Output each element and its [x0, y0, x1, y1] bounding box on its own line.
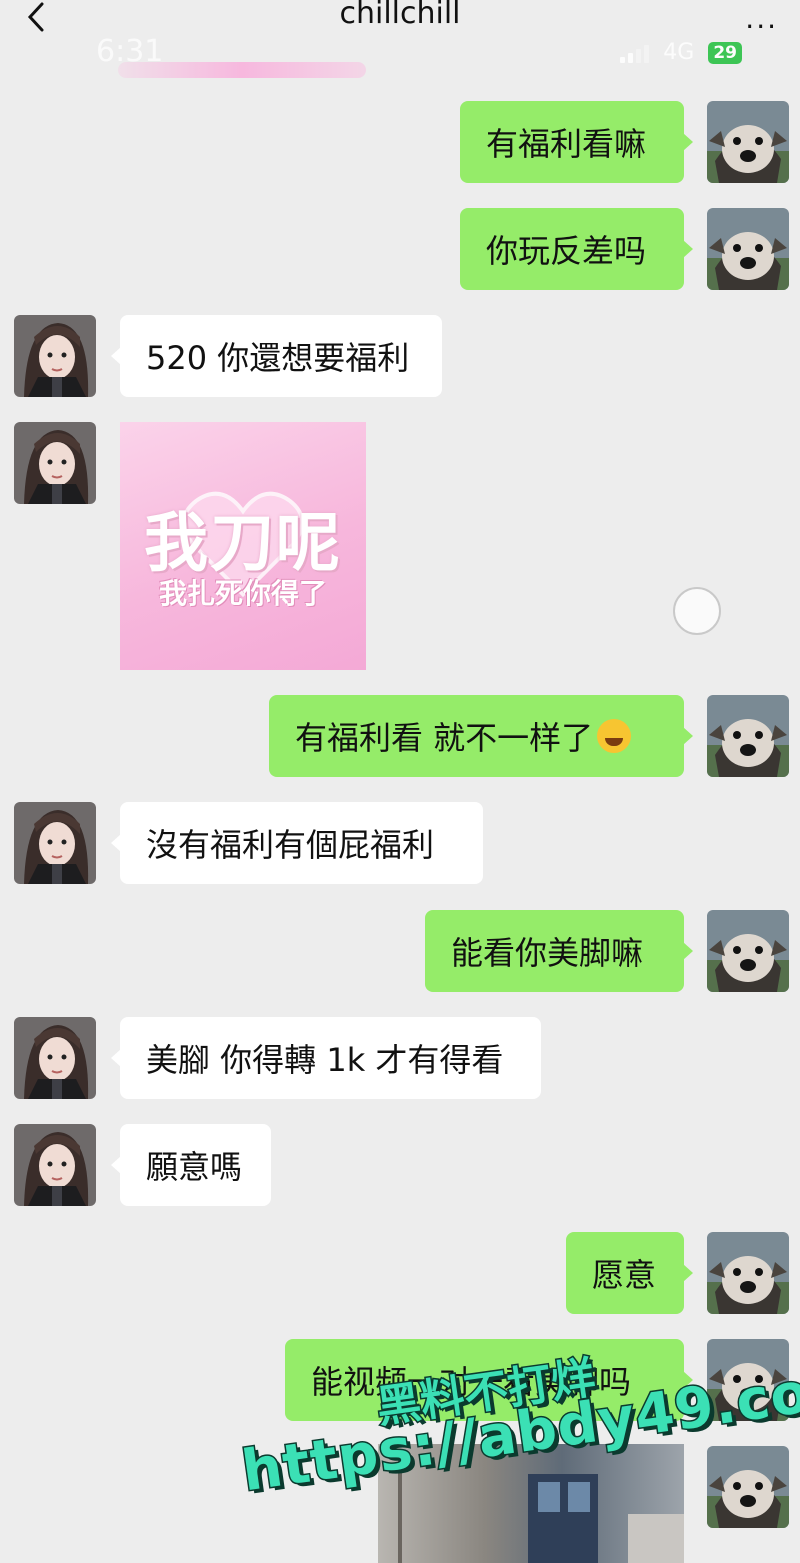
message-text: 有福利看 就不一样了: [295, 719, 594, 757]
contact-avatar[interactable]: [14, 315, 96, 397]
contact-avatar[interactable]: [14, 1017, 96, 1099]
battery-icon: 29: [708, 41, 742, 64]
message-bubble-sent[interactable]: 有福利看 就不一样了: [269, 695, 693, 777]
message-text: 有福利看嘛: [486, 125, 647, 163]
message-bubble-sent[interactable]: 能看你美脚嘛: [425, 910, 693, 992]
contact-avatar[interactable]: [14, 1124, 96, 1206]
my-avatar[interactable]: [707, 695, 789, 777]
rofl-emoji-icon: [597, 719, 632, 753]
message-bubble-received[interactable]: 520 你還想要福利: [111, 315, 442, 397]
chat-title: chillchill: [339, 0, 461, 31]
more-options-button[interactable]: ...: [745, 2, 778, 35]
message-bubble-received[interactable]: 願意嗎: [111, 1124, 271, 1206]
sticker-message[interactable]: 我刀呢 我扎死你得了: [120, 422, 366, 670]
my-avatar[interactable]: [707, 208, 789, 290]
message-bubble-received[interactable]: 美腳 你得轉 1k 才有得看: [111, 1017, 541, 1099]
sticker-subtitle: 我扎死你得了: [158, 577, 327, 610]
my-avatar[interactable]: [707, 910, 789, 992]
message-text: 你玩反差吗: [486, 232, 647, 270]
my-avatar[interactable]: [707, 1446, 789, 1528]
message-text: 沒有福利有個屁福利: [146, 826, 435, 864]
sticker-title: 我刀呢: [144, 507, 342, 581]
contact-avatar[interactable]: [14, 422, 96, 504]
message-text: 願意嗎: [146, 1148, 243, 1186]
floating-circle-button[interactable]: [673, 587, 721, 635]
my-avatar[interactable]: [707, 101, 789, 183]
contact-avatar[interactable]: [14, 802, 96, 884]
message-bubble-sent[interactable]: 愿意: [566, 1232, 693, 1314]
status-indicators: 4G 29: [620, 40, 742, 65]
signal-icon: [620, 43, 650, 63]
message-text: 愿意: [592, 1256, 657, 1294]
message-text: 520 你還想要福利: [146, 339, 410, 377]
pink-scribble: [118, 62, 366, 78]
message-bubble-sent[interactable]: 有福利看嘛: [460, 101, 693, 183]
message-text: 美腳 你得轉 1k 才有得看: [146, 1041, 504, 1079]
network-type: 4G: [663, 40, 695, 65]
message-text: 能看你美脚嘛: [451, 934, 644, 972]
message-bubble-received[interactable]: 沒有福利有個屁福利: [111, 802, 483, 884]
message-bubble-sent[interactable]: 你玩反差吗: [460, 208, 693, 290]
my-avatar[interactable]: [707, 1232, 789, 1314]
